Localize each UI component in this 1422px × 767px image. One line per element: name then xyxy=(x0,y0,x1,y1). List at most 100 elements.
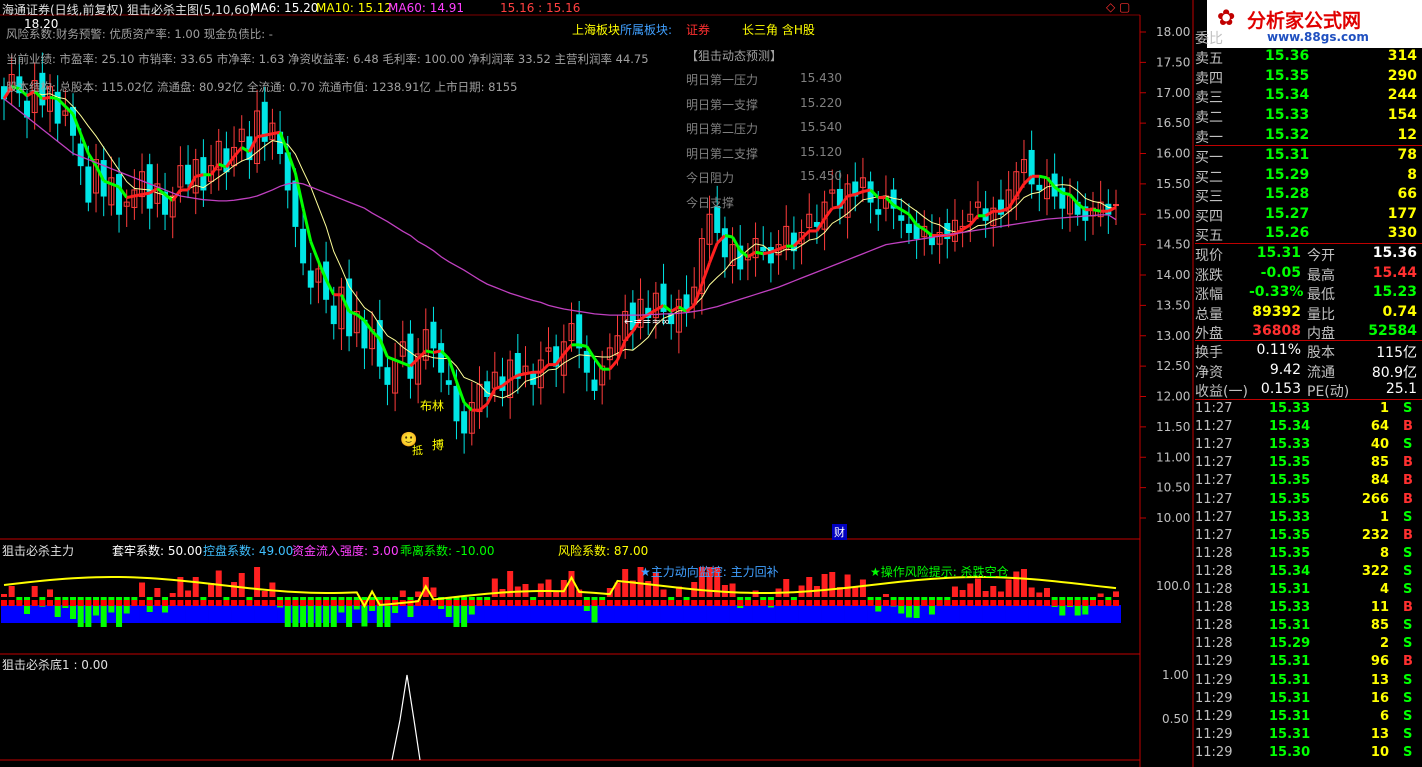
ask-row[interactable]: 委比 xyxy=(1195,27,1421,47)
ask-row[interactable]: 卖二 15.33 154 xyxy=(1195,106,1421,126)
ma5-segment xyxy=(762,250,772,256)
quote-price: 15.36 xyxy=(1265,47,1310,64)
panel2-red-strip xyxy=(47,600,54,606)
panel2-bar xyxy=(154,588,161,597)
panel2-taolao: 套牢系数: 50.00 xyxy=(112,544,203,558)
panel2-red-strip xyxy=(277,600,284,606)
ma5-segment xyxy=(1092,208,1101,213)
panel2-bar xyxy=(990,586,997,597)
candle-body xyxy=(85,166,92,203)
panel2-blue-bar xyxy=(415,605,424,623)
panel2-bar xyxy=(852,587,859,597)
panel2-blue-bar xyxy=(514,605,523,623)
panel2-red-strip xyxy=(967,600,974,606)
panel2-bar xyxy=(185,590,192,597)
panel2-blue-bar xyxy=(1066,605,1075,623)
panel2-blue-bar xyxy=(522,605,531,623)
ask-row[interactable]: 卖五 15.36 314 xyxy=(1195,47,1421,67)
panel2-red-strip xyxy=(62,600,69,606)
panel2-red-strip xyxy=(1028,600,1035,606)
panel2-bar xyxy=(1113,591,1119,597)
ma5-segment xyxy=(847,193,856,198)
ma5-segment xyxy=(126,194,135,200)
candle-body xyxy=(185,164,192,185)
panel2-blue-bar xyxy=(576,605,585,623)
candle-body xyxy=(146,164,153,209)
panel2-blue-bar xyxy=(890,605,899,623)
bid-row[interactable]: 买二 15.29 8 xyxy=(1195,166,1421,186)
panel2-blue-bar xyxy=(698,605,707,623)
panel2-red-strip xyxy=(292,600,299,606)
ma5-segment xyxy=(907,213,918,226)
panel2-red-strip xyxy=(1066,600,1073,606)
panel2-red-strip xyxy=(77,600,84,606)
panel2-blue-bar xyxy=(484,605,493,623)
quote-price: 15.27 xyxy=(1265,205,1310,222)
quote-label: 卖五 xyxy=(1195,50,1223,67)
axis-label: 12.00 xyxy=(1156,390,1190,404)
bid-row[interactable]: 买五 15.26 330 xyxy=(1195,224,1421,244)
candle-body xyxy=(905,223,912,233)
panel2-red-strip xyxy=(223,600,230,606)
window-buttons-icon[interactable]: ◇ ▢ xyxy=(1106,0,1130,14)
panel2-red-strip xyxy=(307,600,314,606)
stat-row: 外盘 36808 内盘 52584 xyxy=(1195,323,1417,342)
bid-row[interactable]: 买一 15.31 78 xyxy=(1195,146,1421,166)
main-plot[interactable] xyxy=(1,52,1119,454)
candle-body xyxy=(1036,184,1043,191)
panel2-blue-bar xyxy=(637,605,646,623)
panel2-bar xyxy=(1005,579,1012,597)
panel2-blue-bar xyxy=(568,605,577,623)
panel2-bar xyxy=(821,574,828,597)
ma5-segment xyxy=(141,191,151,196)
ma5-segment xyxy=(862,188,871,193)
panel2-red-strip xyxy=(54,600,61,606)
panel2-red-strip xyxy=(1105,600,1112,606)
panel2-blue-bar xyxy=(622,605,631,623)
panel2-bar xyxy=(844,574,851,597)
panel2-blue-bar xyxy=(1043,605,1052,623)
ask-row[interactable]: 卖一 15.32 12 xyxy=(1195,126,1421,146)
candle-body xyxy=(453,385,460,422)
bid-row[interactable]: 买三 15.28 66 xyxy=(1195,185,1421,205)
ma5-segment xyxy=(892,203,903,211)
ask-row[interactable]: 卖四 15.35 290 xyxy=(1195,67,1421,87)
panel2-blue-bar xyxy=(744,605,753,623)
panel2-red-strip xyxy=(928,600,935,606)
bulin-annotation: 布林 xyxy=(420,399,445,413)
forecast-label: 明日第二压力 xyxy=(686,122,759,136)
panel2-guaili: 乖离系数: -10.00 xyxy=(400,544,495,558)
ma5-segment xyxy=(923,228,933,237)
bid-row[interactable]: 买四 15.27 177 xyxy=(1195,205,1421,225)
quote-label: 买四 xyxy=(1195,208,1223,225)
quote-price: 15.28 xyxy=(1265,186,1310,202)
panel2-red-strip xyxy=(499,600,506,606)
panel2-red-strip xyxy=(1036,600,1043,606)
info-performance: 当前业绩: 市盈率: 25.10 市销率: 33.65 市净率: 1.63 净资… xyxy=(6,52,649,66)
sector-label: 所属板块: xyxy=(620,23,673,37)
quote-label: 买三 xyxy=(1195,189,1223,205)
panel2-blue-bar xyxy=(177,605,186,623)
candle-body xyxy=(384,367,391,385)
panel2-red-strip xyxy=(959,600,966,606)
tick-row: 11:29 15.31 13 S xyxy=(1195,726,1413,742)
zhi-annotation: 抵 xyxy=(412,444,423,457)
axis-label: 15.50 xyxy=(1156,177,1190,191)
panel2-bar xyxy=(951,586,958,597)
ma5-segment xyxy=(724,234,733,239)
axis-label: 13.00 xyxy=(1156,329,1190,343)
tick-row: 11:28 15.29 2S xyxy=(1195,636,1413,652)
panel2-red-strip xyxy=(629,600,636,606)
panel2-blue-bar xyxy=(806,605,815,623)
panel2-blue-bar xyxy=(530,605,539,623)
panel2-bar xyxy=(399,590,406,597)
ma5-segment xyxy=(309,241,320,262)
panel2-blue-bar xyxy=(231,605,240,623)
panel2-blue-bar xyxy=(675,605,684,623)
ask-row[interactable]: 卖三 15.34 244 xyxy=(1195,86,1421,106)
ma5-segment xyxy=(670,305,680,313)
extra-label: 15.16 : 15.16 xyxy=(500,1,581,15)
ma5-segment xyxy=(195,173,204,178)
tick-row: 11:28 15.33 11 B xyxy=(1195,600,1413,616)
panel2-red-strip xyxy=(353,600,360,606)
